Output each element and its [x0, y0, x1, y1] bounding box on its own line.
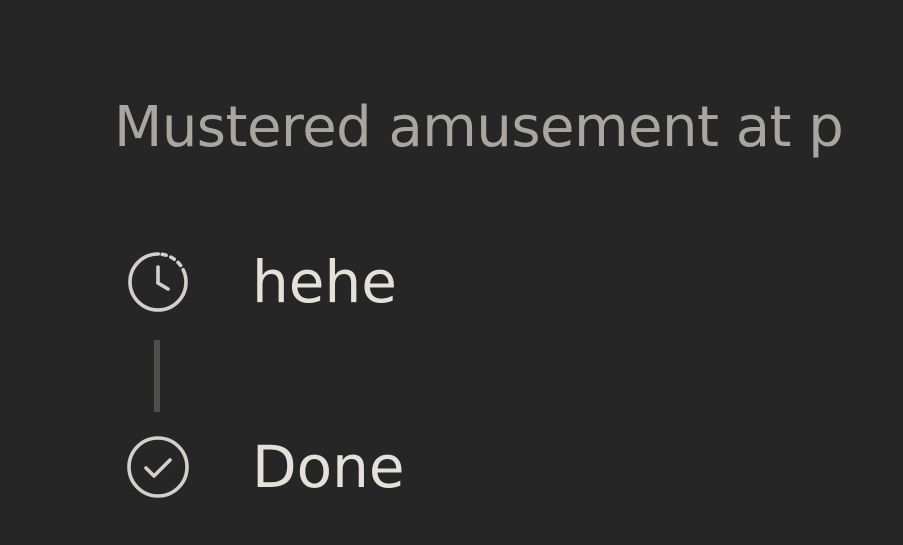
check-circle-icon — [127, 436, 189, 498]
timeline-step-done: Done — [124, 433, 405, 501]
timeline-connector — [154, 340, 160, 412]
thinking-panel: Mustered amusement at p hehe Done — [0, 0, 903, 545]
status-timeline: hehe Done — [0, 0, 903, 545]
timeline-step-label: hehe — [252, 248, 397, 316]
timeline-step-label: Done — [252, 433, 405, 501]
clock-icon — [128, 252, 188, 312]
timeline-step-hehe: hehe — [124, 248, 397, 316]
